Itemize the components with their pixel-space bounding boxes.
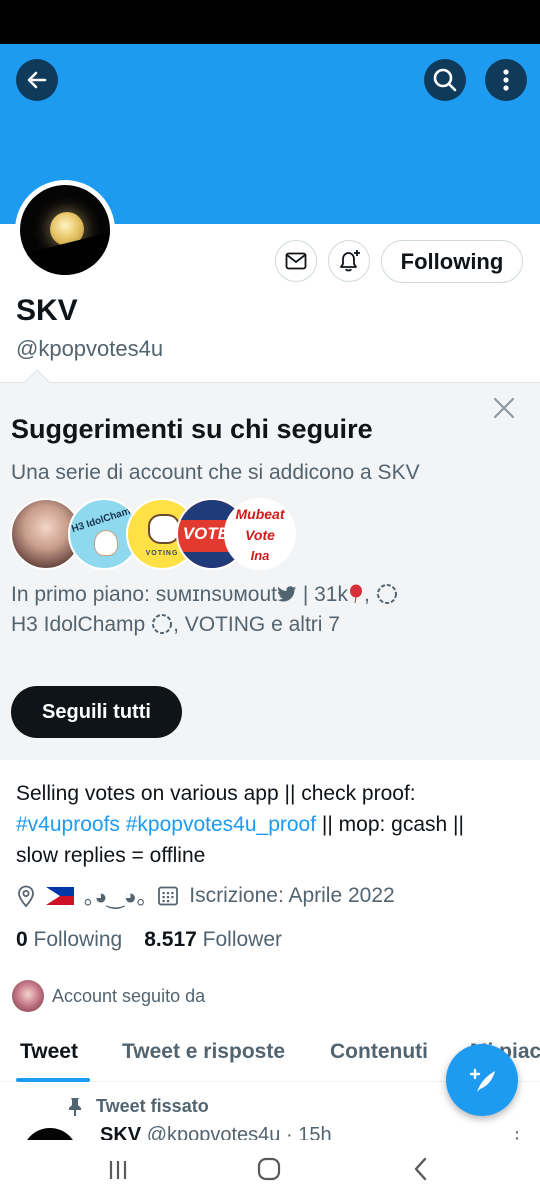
followers-count[interactable]: 8.517 Follower [144, 928, 282, 952]
moon-photo [20, 185, 110, 275]
status-bar [0, 0, 540, 44]
tab-tweet-e-risposte[interactable]: Tweet e risposte [122, 1040, 285, 1064]
suggested-avatar-mubeat[interactable]: Mubeat Vote Ina [224, 498, 296, 570]
compose-feather-icon [469, 1068, 495, 1092]
more-vertical-icon [503, 69, 509, 91]
location-icon [18, 885, 34, 907]
profile-avatar[interactable] [15, 180, 115, 280]
hashtag-link[interactable]: #kpopvotes4u_proof [126, 813, 316, 836]
bird-icon [277, 586, 296, 602]
more-options-button[interactable] [485, 59, 527, 101]
recent-apps-icon[interactable] [106, 1158, 130, 1182]
profile-bio: Selling votes on various app || check pr… [16, 782, 464, 867]
ring-icon [152, 614, 173, 634]
message-button[interactable] [275, 240, 317, 282]
bell-plus-icon [340, 250, 360, 272]
close-suggestions-button[interactable] [490, 394, 518, 422]
notifications-button[interactable] [328, 240, 370, 282]
home-icon[interactable] [256, 1156, 282, 1182]
tab-contenuti[interactable]: Contenuti [330, 1040, 428, 1064]
search-button[interactable] [424, 59, 466, 101]
hashtag-link[interactable]: #v4uproofs [16, 813, 120, 836]
compose-tweet-button[interactable] [446, 1044, 518, 1116]
pin-icon [69, 1097, 81, 1116]
envelope-icon [285, 252, 307, 270]
calendar-icon [158, 886, 179, 906]
profile-meta: ｡◕‿◕｡ Iscrizione: Aprile 2022 [16, 882, 395, 910]
close-icon [493, 397, 515, 419]
suggestions-title: Suggerimenti su chi seguire [11, 414, 373, 444]
following-count[interactable]: 0 Following [16, 928, 122, 952]
balloon-icon [349, 584, 362, 604]
ring-icon [376, 584, 397, 604]
arrow-left-icon [27, 71, 47, 89]
pinned-label: Tweet fissato [66, 1096, 209, 1117]
search-icon [433, 68, 457, 92]
suggestions-subtitle: Una serie di account che si addicono a S… [11, 461, 420, 484]
follow-counts: 0 Following 8.517 Follower [16, 928, 282, 952]
system-navigation-bar [0, 1140, 540, 1200]
back-button[interactable] [16, 59, 58, 101]
following-button[interactable]: Following [381, 240, 523, 283]
active-tab-indicator [16, 1078, 90, 1082]
featured-accounts-text: In primo piano: sᴜᴍɪnsᴜᴍout | 31k, H3 Id… [11, 580, 531, 640]
philippines-flag-icon [46, 887, 74, 905]
joined-date: Iscrizione: Aprile 2022 [189, 884, 395, 907]
profile-handle: @kpopvotes4u [16, 336, 164, 361]
location-text: ｡◕‿◕｡ [84, 886, 148, 909]
follower-avatar [12, 980, 44, 1012]
profile-name: SKV [16, 294, 78, 327]
follow-all-button[interactable]: Seguili tutti [11, 686, 182, 738]
tab-tweet[interactable]: Tweet [20, 1040, 78, 1064]
followed-by[interactable]: Account seguito da [12, 980, 205, 1012]
back-nav-icon[interactable] [410, 1156, 432, 1182]
